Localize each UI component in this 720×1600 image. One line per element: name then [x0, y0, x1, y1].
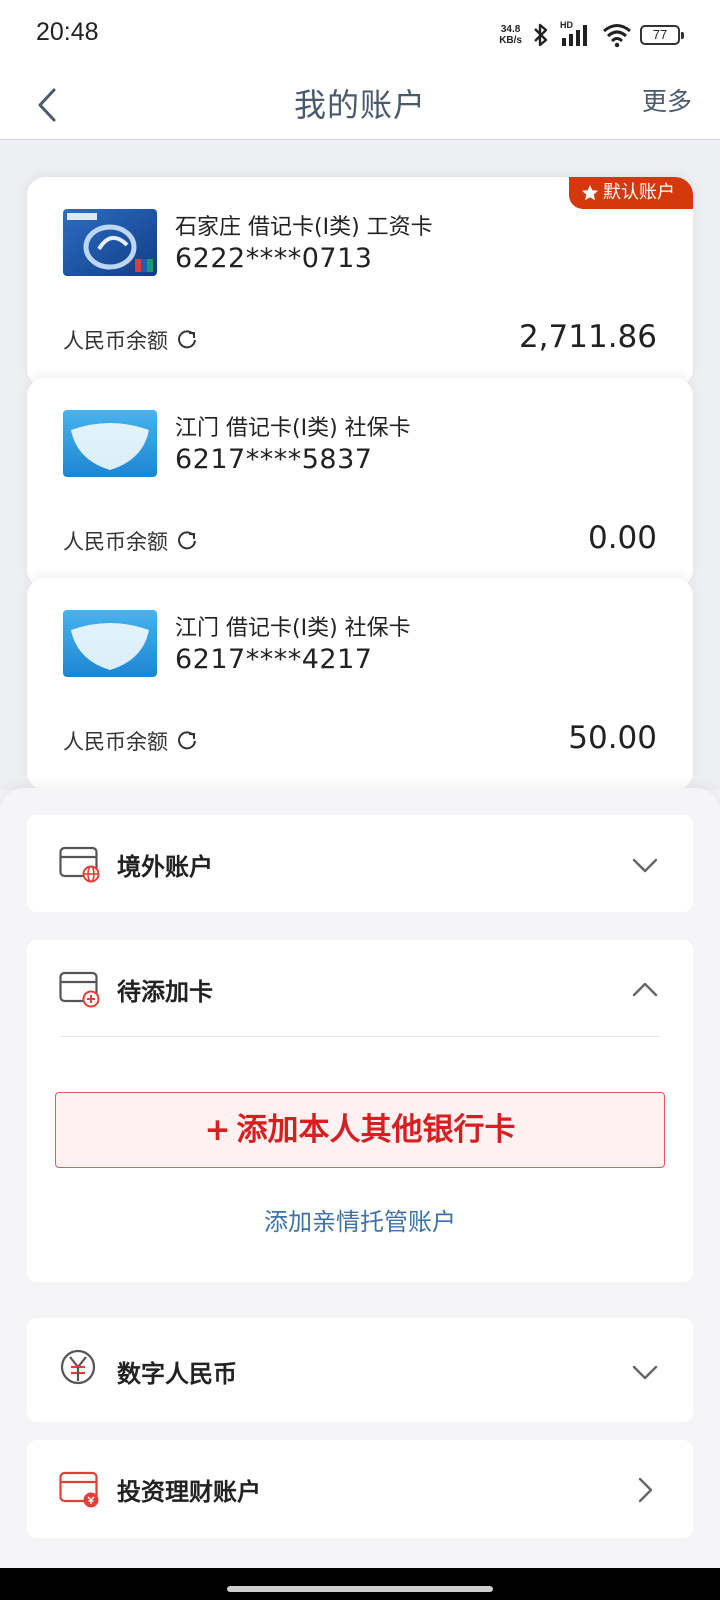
balance-label-text: 人民币余额: [63, 730, 168, 754]
star-icon: [582, 185, 598, 201]
home-indicator[interactable]: [227, 1586, 493, 1592]
app-header: 我的账户 更多: [0, 68, 720, 140]
card-plus-icon: [59, 971, 100, 1008]
plus-icon: +: [204, 1112, 231, 1148]
more-button[interactable]: 更多: [642, 82, 692, 118]
investment-accounts-row[interactable]: 投资理财账户: [27, 1440, 693, 1537]
bluetooth-icon: [534, 23, 548, 47]
refresh-icon[interactable]: [176, 730, 198, 752]
status-bar: 20:48 34.8 KB/s HD 77: [0, 0, 720, 68]
add-other-bank-card-button[interactable]: + 添加本人其他银行卡: [55, 1092, 665, 1168]
card-name: 石家庄 借记卡(I类) 工资卡: [175, 215, 433, 240]
balance-value: 2,711.86: [518, 319, 657, 355]
card-number: 6217****5837: [175, 444, 373, 475]
digital-rmb-section[interactable]: 数字人民币: [27, 1318, 693, 1422]
page-title: 我的账户: [293, 86, 426, 124]
card-moneybag-icon: [59, 1471, 99, 1508]
pending-cards-section: 待添加卡 + 添加本人其他银行卡 添加亲情托管账户: [27, 940, 693, 1282]
network-speed-unit: KB/s: [499, 35, 522, 46]
navigation-bar: [0, 1568, 720, 1600]
card-image: [63, 209, 157, 276]
wifi-icon: [603, 24, 631, 48]
default-account-badge: 默认账户: [569, 177, 693, 209]
card-number: 6217****4217: [175, 644, 373, 675]
balance-label-text: 人民币余额: [63, 530, 168, 554]
balance-value: 50.00: [568, 720, 657, 756]
digital-rmb-row[interactable]: 数字人民币: [27, 1322, 693, 1419]
balance-label: 人民币余额: [63, 726, 198, 756]
refresh-icon[interactable]: [176, 530, 198, 552]
pending-cards-row[interactable]: 待添加卡: [27, 940, 693, 1037]
account-card[interactable]: 江门 借记卡(I类) 社保卡 6217****4217 人民币余额 50.00: [27, 578, 693, 790]
add-card-label: 添加本人其他银行卡: [236, 1112, 516, 1148]
chevron-down-icon: [632, 1365, 658, 1380]
overseas-accounts-section[interactable]: 境外账户: [27, 815, 693, 912]
card-number: 6222****0713: [175, 243, 373, 274]
investment-accounts-section[interactable]: 投资理财账户: [27, 1440, 693, 1538]
add-family-account-link[interactable]: 添加亲情托管账户: [27, 1202, 693, 1237]
chevron-right-icon: [638, 1477, 653, 1503]
status-icons: 34.8 KB/s HD 77: [499, 20, 684, 50]
pending-cards-label: 待添加卡: [117, 978, 213, 1006]
balance-label: 人民币余额: [63, 325, 198, 355]
signal-icon: HD: [560, 20, 594, 48]
status-time: 20:48: [36, 18, 99, 46]
refresh-icon[interactable]: [176, 329, 198, 351]
yuan-icon: [60, 1349, 96, 1385]
card-name: 江门 借记卡(I类) 社保卡: [175, 616, 411, 641]
section-divider: [61, 1036, 659, 1037]
default-badge-label: 默认账户: [603, 182, 675, 203]
card-globe-icon: [59, 846, 100, 883]
balance-label: 人民币余额: [63, 526, 198, 556]
investment-accounts-label: 投资理财账户: [117, 1478, 261, 1506]
account-card[interactable]: 石家庄 借记卡(I类) 工资卡 6222****0713 人民币余额 2,711…: [27, 177, 693, 387]
balance-label-text: 人民币余额: [63, 329, 168, 353]
network-speed-value: 34.8: [500, 24, 521, 35]
card-name: 江门 借记卡(I类) 社保卡: [175, 416, 411, 441]
overseas-accounts-row[interactable]: 境外账户: [27, 815, 693, 912]
network-speed: 34.8 KB/s: [499, 24, 522, 46]
battery-indicator: 77: [640, 25, 684, 45]
balance-value: 0.00: [587, 520, 657, 556]
account-card[interactable]: 江门 借记卡(I类) 社保卡 6217****5837 人民币余额 0.00: [27, 378, 693, 588]
card-image: [63, 410, 157, 477]
chevron-down-icon: [632, 858, 658, 873]
chevron-up-icon: [632, 982, 658, 997]
overseas-accounts-label: 境外账户: [117, 853, 213, 881]
card-image: [63, 610, 157, 677]
digital-rmb-label: 数字人民币: [117, 1360, 237, 1388]
